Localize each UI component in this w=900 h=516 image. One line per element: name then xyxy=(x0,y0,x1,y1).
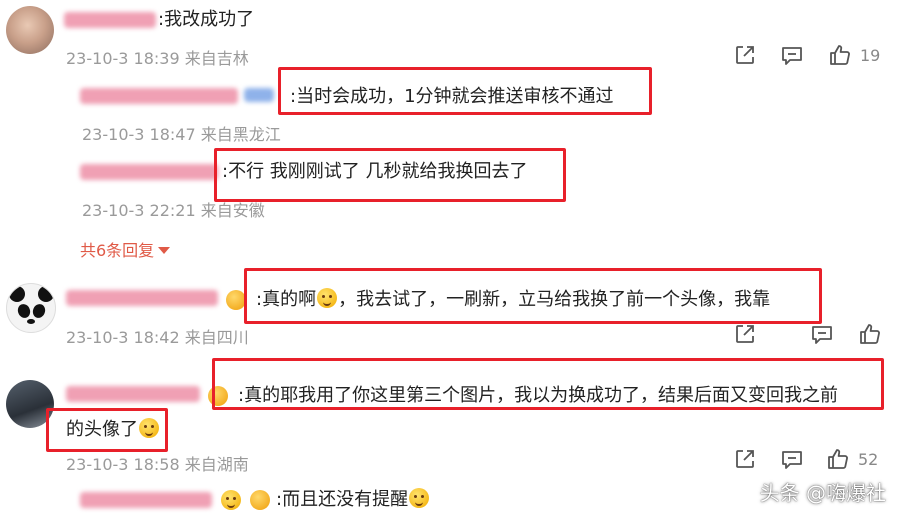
share-icon[interactable] xyxy=(734,323,756,345)
user-badge-icon xyxy=(250,490,270,510)
comment-icon[interactable] xyxy=(780,45,804,67)
more-replies-label: 共6条回复 xyxy=(80,241,155,260)
smiling-emoji-icon xyxy=(409,488,430,508)
share-icon[interactable] xyxy=(734,448,756,470)
panda-eye xyxy=(30,302,48,320)
highlight-box xyxy=(212,358,884,410)
comment-text: :而且还没有提醒 xyxy=(276,488,430,512)
highlight-box xyxy=(278,67,652,115)
user-badge-icon xyxy=(226,290,246,310)
username-redacted[interactable] xyxy=(64,12,156,28)
comment-icon[interactable] xyxy=(780,449,804,471)
like-count: 52 xyxy=(858,450,879,469)
user-avatar[interactable] xyxy=(6,6,54,54)
username-redacted[interactable] xyxy=(66,386,200,402)
panda-eye xyxy=(15,302,33,320)
panda-nose xyxy=(27,319,35,324)
highlight-box xyxy=(214,148,566,202)
like-icon[interactable] xyxy=(826,447,850,471)
caret-down-icon xyxy=(158,247,171,254)
highlight-box xyxy=(244,268,822,324)
comment-meta: 23-10-3 18:39 来自吉林 xyxy=(66,49,249,68)
reply-username-redacted[interactable] xyxy=(80,88,238,104)
panda-ear xyxy=(38,286,54,302)
reply-username-redacted[interactable] xyxy=(80,164,218,180)
user-avatar[interactable] xyxy=(6,283,56,333)
comment-text-part: :而且还没有提醒 xyxy=(276,489,409,510)
more-replies-link[interactable]: 共6条回复 xyxy=(80,237,171,261)
comment-text: :我改成功了 xyxy=(158,9,255,30)
share-icon[interactable] xyxy=(734,44,756,66)
like-icon[interactable] xyxy=(858,322,882,346)
watermark: 头条 @嗨爆社 xyxy=(759,481,886,505)
username-redacted[interactable] xyxy=(80,492,212,508)
reply-meta: 23-10-3 18:47 来自黑龙江 xyxy=(82,125,281,144)
emoji-icon xyxy=(221,490,241,510)
comment-meta: 23-10-3 18:58 来自湖南 xyxy=(66,455,249,474)
panda-ear xyxy=(9,286,25,302)
user-badge xyxy=(244,88,274,102)
username-redacted[interactable] xyxy=(66,290,218,306)
like-icon[interactable] xyxy=(828,43,852,67)
like-count: 19 xyxy=(860,46,881,65)
comment-meta: 23-10-3 18:42 来自四川 xyxy=(66,328,249,347)
highlight-box xyxy=(46,408,168,452)
comment-icon[interactable] xyxy=(810,324,834,346)
